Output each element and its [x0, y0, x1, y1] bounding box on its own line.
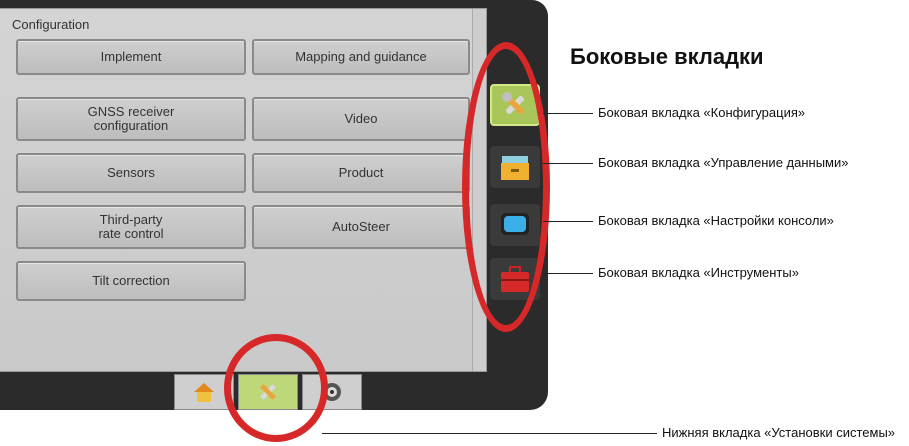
video-button[interactable]: Video	[252, 97, 470, 141]
bottom-tab-highlight-ring	[224, 334, 328, 442]
side-tabs-heading: Боковые вкладки	[570, 44, 764, 69]
home-icon	[194, 383, 214, 402]
sensors-button[interactable]: Sensors	[16, 153, 246, 193]
callout-line	[543, 113, 593, 114]
configuration-screen: Configuration Implement Mapping and guid…	[0, 8, 487, 372]
side-tools-label: Боковая вкладка «Инструменты»	[598, 265, 799, 280]
side-data-label: Боковая вкладка «Управление данными»	[598, 155, 849, 170]
gnss-receiver-button[interactable]: GNSS receiver configuration	[16, 97, 246, 141]
implement-button[interactable]: Implement	[16, 39, 246, 75]
callout-line	[543, 163, 593, 164]
callout-line	[322, 433, 657, 434]
callout-line	[543, 273, 593, 274]
side-tabs-highlight-ring	[462, 42, 550, 332]
side-config-label: Боковая вкладка «Конфигурация»	[598, 105, 806, 120]
third-party-rate-button[interactable]: Third-party rate control	[16, 205, 246, 249]
tilt-correction-button[interactable]: Tilt correction	[16, 261, 246, 301]
product-button[interactable]: Product	[252, 153, 470, 193]
side-console-label: Боковая вкладка «Настройки консоли»	[598, 213, 834, 228]
mapping-guidance-button[interactable]: Mapping and guidance	[252, 39, 470, 75]
bottom-system-label: Нижняя вкладка «Установки системы»	[662, 425, 896, 440]
callout-line	[543, 221, 593, 222]
page-title: Configuration	[12, 17, 90, 32]
autosteer-button[interactable]: AutoSteer	[252, 205, 470, 249]
